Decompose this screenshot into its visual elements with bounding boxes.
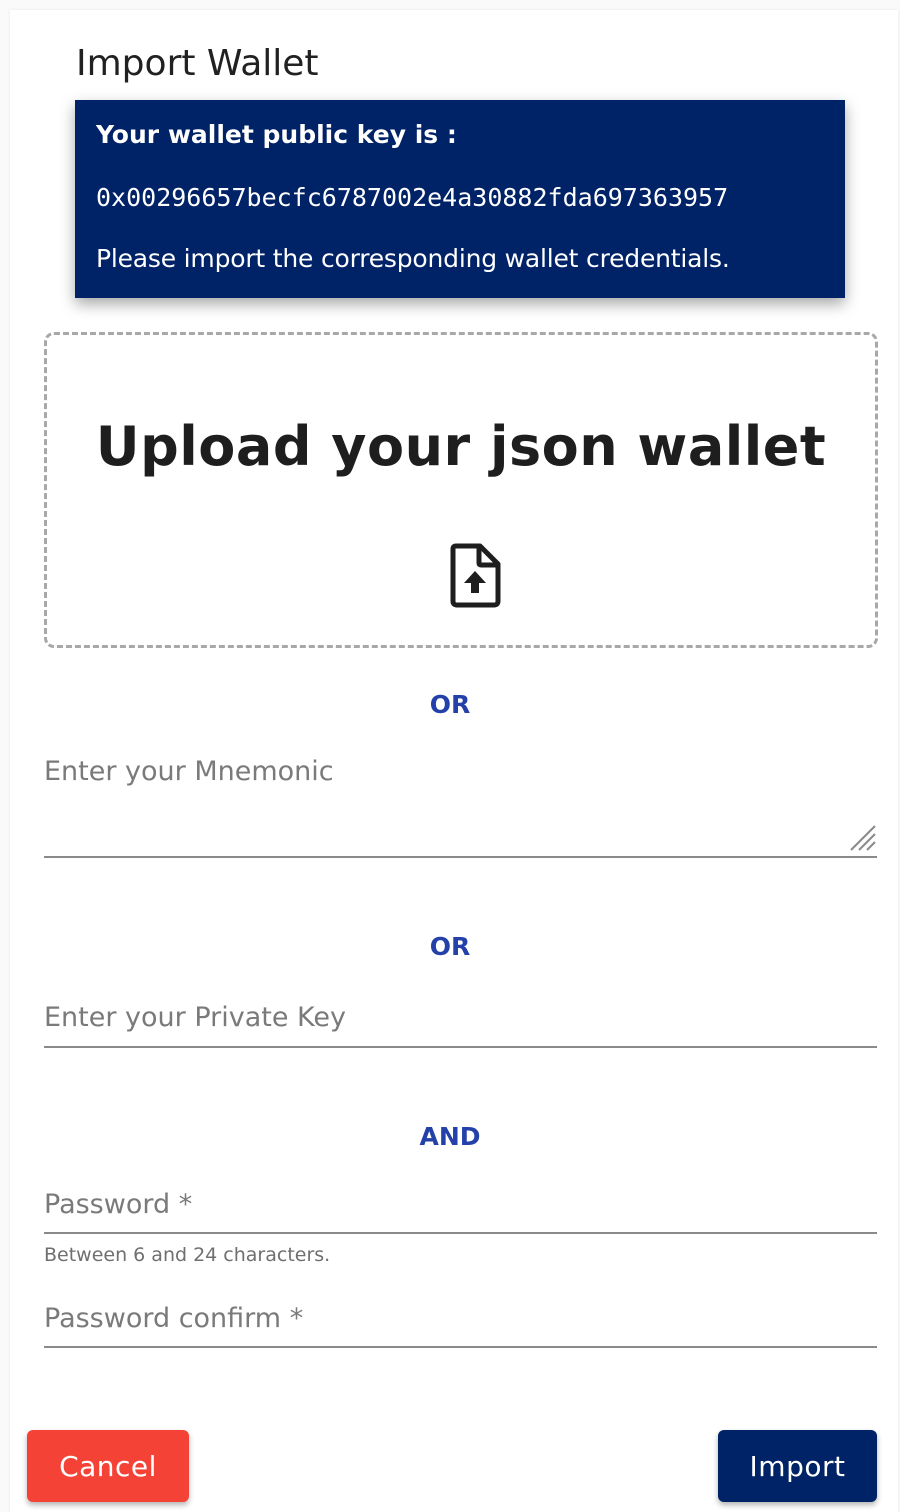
separator-or-1: OR bbox=[429, 690, 471, 719]
public-key-value: 0x00296657becfc6787002e4a30882fda6973639… bbox=[96, 183, 729, 212]
separator-and: AND bbox=[419, 1122, 481, 1151]
private-key-input[interactable] bbox=[44, 998, 877, 1036]
import-instructions: Please import the corresponding wallet c… bbox=[96, 244, 730, 273]
dialog-title: Import Wallet bbox=[76, 43, 319, 84]
password-field[interactable] bbox=[44, 1186, 877, 1234]
public-key-heading: Your wallet public key is : bbox=[96, 120, 457, 149]
json-wallet-dropzone[interactable]: Upload your json wallet bbox=[44, 332, 878, 648]
private-key-field[interactable] bbox=[44, 998, 877, 1048]
dropzone-title: Upload your json wallet bbox=[95, 415, 827, 478]
password-hint: Between 6 and 24 characters. bbox=[44, 1244, 331, 1266]
resize-handle-icon[interactable] bbox=[845, 820, 877, 852]
separator-or-2: OR bbox=[429, 932, 471, 961]
cancel-button[interactable]: Cancel bbox=[27, 1430, 189, 1502]
public-key-banner: Your wallet public key is : 0x00296657be… bbox=[75, 100, 845, 298]
mnemonic-field[interactable] bbox=[44, 752, 877, 858]
password-input[interactable] bbox=[44, 1186, 877, 1222]
import-button[interactable]: Import bbox=[718, 1430, 877, 1502]
password-confirm-field[interactable] bbox=[44, 1300, 877, 1348]
password-confirm-input[interactable] bbox=[44, 1300, 877, 1336]
file-upload-icon bbox=[450, 543, 501, 608]
mnemonic-input[interactable] bbox=[44, 752, 877, 846]
